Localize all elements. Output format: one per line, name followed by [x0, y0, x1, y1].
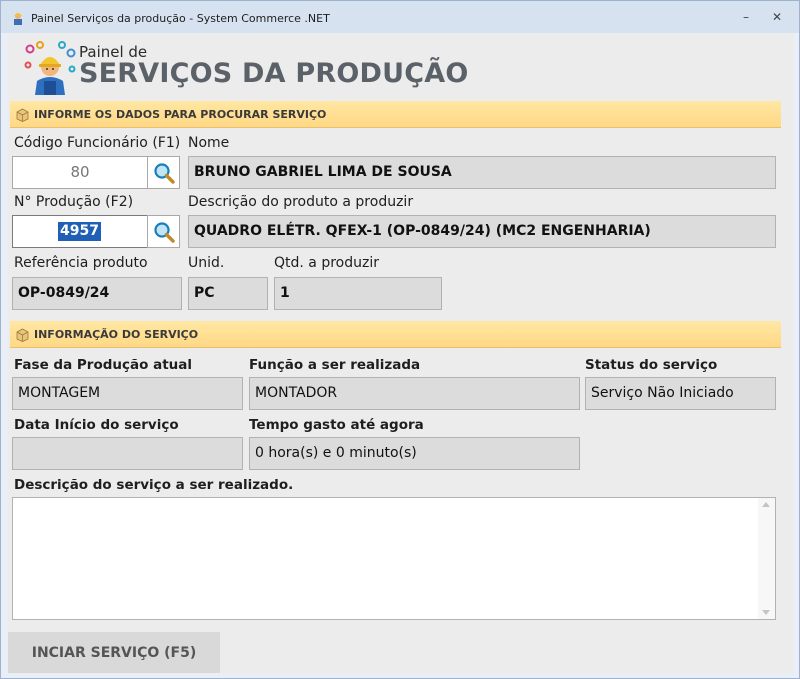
unit-label: Unid.: [188, 255, 225, 271]
title-bar[interactable]: Painel Serviços da produção - System Com…: [1, 1, 799, 33]
production-phase-field: MONTAGEM: [12, 377, 243, 410]
service-status-field: Serviço Não Iniciado: [585, 377, 776, 410]
quantity-label: Qtd. a produzir: [274, 255, 379, 271]
employee-search-button[interactable]: [147, 156, 180, 189]
production-phase-label: Fase da Produção atual: [14, 357, 193, 373]
name-label: Nome: [188, 135, 230, 151]
product-description-field: QUADRO ELÉTR. QFEX-1 (OP-0849/24) (MC2 E…: [188, 215, 776, 248]
box-icon: [16, 108, 29, 122]
service-description-textarea[interactable]: [12, 497, 776, 620]
minimize-button[interactable]: –: [739, 10, 753, 24]
name-field: BRUNO GABRIEL LIMA DE SOUSA: [188, 156, 776, 189]
magnifier-icon: [154, 163, 175, 184]
product-reference-label: Referência produto: [14, 255, 148, 271]
main-content: Painel de SERVIÇOS DA PRODUÇÃO INFORME O…: [8, 33, 794, 673]
start-date-label: Data Início do serviço: [14, 417, 179, 433]
start-date-field: [12, 437, 243, 470]
start-service-button[interactable]: INCIAR SERVIÇO (F5): [8, 632, 220, 673]
production-number-value: 4957: [58, 222, 101, 241]
search-section-header: INFORME OS DADOS PARA PROCURAR SERVIÇO: [10, 101, 781, 128]
window-title: Painel Serviços da produção - System Com…: [31, 12, 330, 25]
unit-field: PC: [188, 277, 268, 310]
service-info-section-title: INFORMAÇÃO DO SERVIÇO: [34, 328, 199, 341]
elapsed-time-label: Tempo gasto até agora: [249, 417, 424, 433]
employee-code-input[interactable]: 80: [12, 156, 148, 189]
worker-icon: [14, 13, 22, 25]
magnifier-icon: [154, 222, 175, 243]
function-field: MONTADOR: [249, 377, 580, 410]
close-button[interactable]: ✕: [770, 10, 784, 24]
service-description-label: Descrição do serviço a ser realizado.: [14, 477, 294, 493]
employee-code-label: Código Funcionário (F1): [14, 135, 181, 151]
scroll-up-icon[interactable]: [762, 502, 770, 507]
elapsed-time-field: 0 hora(s) e 0 minuto(s): [249, 437, 580, 470]
scroll-down-icon[interactable]: [762, 610, 770, 615]
search-section-title: INFORME OS DADOS PARA PROCURAR SERVIÇO: [34, 108, 327, 121]
service-status-label: Status do serviço: [585, 357, 718, 373]
worker-gears-icon: [24, 41, 76, 95]
function-label: Função a ser realizada: [249, 357, 421, 373]
app-window: Painel Serviços da produção - System Com…: [0, 0, 800, 679]
production-number-input[interactable]: 4957: [12, 215, 148, 248]
textarea-scrollbar[interactable]: [758, 498, 775, 619]
page-title: SERVIÇOS DA PRODUÇÃO: [79, 58, 469, 89]
service-info-section-header: INFORMAÇÃO DO SERVIÇO: [10, 321, 781, 348]
production-number-label: N° Produção (F2): [14, 194, 134, 210]
quantity-field: 1: [274, 277, 442, 310]
product-description-label: Descrição do produto a produzir: [188, 194, 414, 210]
production-search-button[interactable]: [147, 215, 180, 248]
product-reference-field: OP-0849/24: [12, 277, 182, 310]
page-header: Painel de SERVIÇOS DA PRODUÇÃO: [8, 33, 794, 99]
box-icon: [16, 328, 29, 342]
